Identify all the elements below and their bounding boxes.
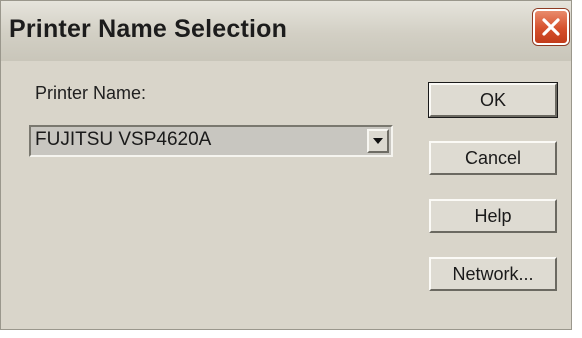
printer-name-selection-dialog: Printer Name Selection Printer Name: FUJ…	[0, 0, 572, 330]
dialog-title: Printer Name Selection	[9, 15, 288, 43]
help-button[interactable]: Help	[429, 199, 557, 233]
ok-button[interactable]: OK	[429, 83, 557, 117]
chevron-down-icon	[373, 138, 383, 144]
cancel-button[interactable]: Cancel	[429, 141, 557, 175]
close-icon	[542, 18, 560, 36]
printer-name-label: Printer Name:	[35, 83, 147, 103]
printer-name-value: FUJITSU VSP4620A	[35, 129, 212, 150]
printer-name-dropdown[interactable]: FUJITSU VSP4620A	[29, 125, 393, 157]
title-bar[interactable]: Printer Name Selection	[1, 1, 571, 61]
close-button[interactable]	[533, 9, 569, 45]
dropdown-button[interactable]	[367, 129, 389, 153]
network-button[interactable]: Network...	[429, 257, 557, 291]
